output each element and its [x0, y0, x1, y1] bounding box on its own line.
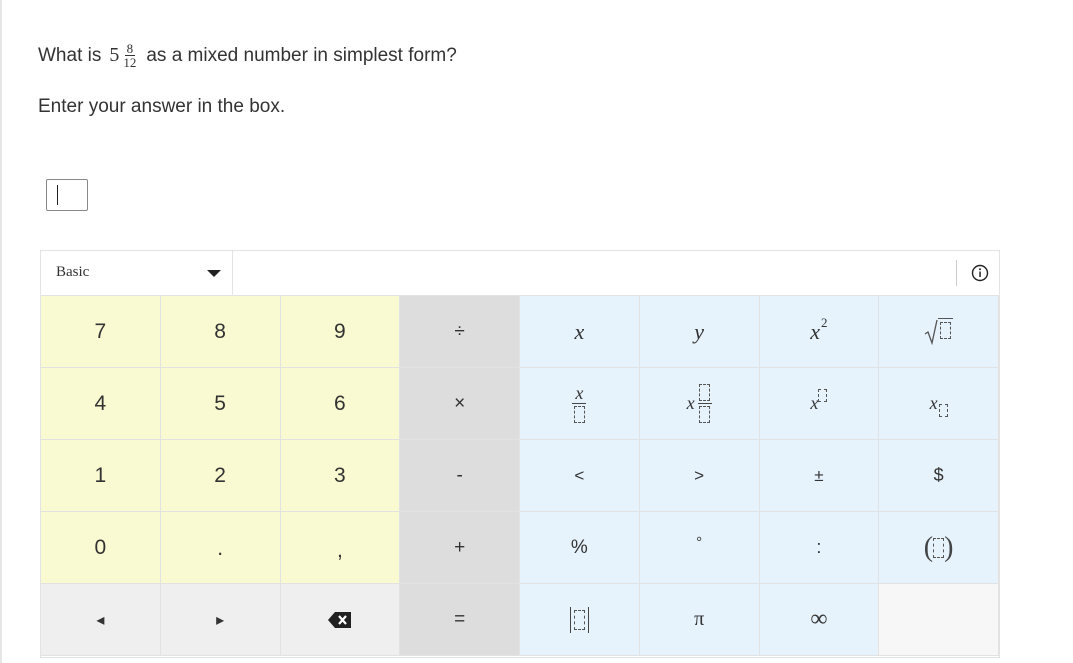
- fraction-numerator: 8: [124, 41, 136, 56]
- arrow-left-icon: ◂: [96, 611, 105, 629]
- key-parentheses[interactable]: (): [879, 512, 999, 584]
- info-icon: [971, 264, 989, 282]
- question-text: What is 5 8 12 as a mixed number in simp…: [38, 42, 457, 69]
- key-3[interactable]: 3: [280, 440, 401, 512]
- key-percent[interactable]: %: [520, 512, 640, 584]
- keypad-header: Basic: [41, 251, 999, 296]
- key-comma[interactable]: ,: [280, 512, 401, 584]
- key-0[interactable]: 0: [41, 512, 161, 584]
- math-keypad: Basic 7 8 9 ÷ x y x2 4 5 6 × x x x x 1 2…: [40, 250, 1000, 658]
- header-divider: [956, 260, 957, 286]
- x-squared-exponent: 2: [821, 314, 828, 330]
- instruction-text: Enter your answer in the box.: [38, 96, 286, 117]
- key-dollar[interactable]: $: [879, 440, 999, 512]
- key-square-root[interactable]: [879, 296, 999, 368]
- exponent-box-icon: [818, 389, 828, 402]
- key-9[interactable]: 9: [280, 296, 401, 368]
- left-border: [0, 0, 2, 663]
- fraction-denominator: 12: [123, 55, 137, 70]
- key-x[interactable]: x: [520, 296, 640, 368]
- mixed-whole: 5: [109, 44, 120, 66]
- key-cursor-left[interactable]: ◂: [41, 584, 161, 656]
- key-plus[interactable]: +: [400, 512, 520, 584]
- key-greater-than[interactable]: >: [639, 440, 760, 512]
- key-plus-minus[interactable]: ±: [759, 440, 880, 512]
- key-4[interactable]: 4: [41, 368, 161, 440]
- absolute-value-icon: [567, 606, 592, 633]
- key-1[interactable]: 1: [41, 440, 161, 512]
- key-fraction[interactable]: x: [520, 368, 640, 440]
- question-prefix: What is: [38, 44, 102, 66]
- key-backspace[interactable]: [280, 584, 401, 656]
- parentheses-icon: (: [923, 531, 934, 563]
- key-pi[interactable]: π: [639, 584, 760, 656]
- key-divide[interactable]: ÷: [400, 296, 520, 368]
- key-y[interactable]: y: [639, 296, 760, 368]
- key-subscript[interactable]: x: [879, 368, 999, 440]
- key-6[interactable]: 6: [280, 368, 401, 440]
- backspace-icon: [327, 611, 351, 628]
- key-x-squared[interactable]: x2: [759, 296, 880, 368]
- key-7[interactable]: 7: [41, 296, 161, 368]
- answer-input[interactable]: [46, 179, 88, 211]
- key-less-than[interactable]: <: [520, 440, 640, 512]
- fraction-icon: x: [572, 384, 587, 423]
- key-colon[interactable]: :: [759, 512, 880, 584]
- key-exponent[interactable]: x: [759, 368, 880, 440]
- arrow-right-icon: ▸: [216, 611, 225, 629]
- subscript-box-icon: [938, 404, 948, 417]
- info-button[interactable]: [968, 261, 992, 285]
- keypad-mode-dropdown[interactable]: Basic: [41, 251, 233, 295]
- key-5[interactable]: 5: [160, 368, 281, 440]
- keypad-grid: 7 8 9 ÷ x y x2 4 5 6 × x x x x 1 2 3 - <…: [41, 296, 999, 656]
- key-multiply[interactable]: ×: [400, 368, 520, 440]
- key-2[interactable]: 2: [160, 440, 281, 512]
- key-mixed-fraction[interactable]: x: [639, 368, 760, 440]
- mixed-fraction: 8 12: [121, 42, 138, 69]
- mixed-number: 5 8 12: [109, 42, 138, 69]
- square-root-icon: [924, 318, 954, 345]
- key-decimal[interactable]: .: [160, 512, 281, 584]
- key-minus[interactable]: -: [400, 440, 520, 512]
- key-absolute-value[interactable]: [520, 584, 640, 656]
- chevron-down-icon: [207, 270, 221, 277]
- x-squared-base: x: [810, 318, 820, 344]
- mixed-fraction-icon: [697, 384, 712, 423]
- key-infinity[interactable]: ∞: [759, 584, 880, 656]
- key-cursor-right[interactable]: ▸: [160, 584, 281, 656]
- keypad-mode-label: Basic: [56, 264, 90, 280]
- key-8[interactable]: 8: [160, 296, 281, 368]
- key-degree[interactable]: °: [639, 512, 760, 584]
- key-equals[interactable]: =: [400, 584, 520, 656]
- key-empty: [879, 584, 999, 656]
- question-suffix: as a mixed number in simplest form?: [146, 44, 457, 66]
- text-cursor: [57, 185, 58, 205]
